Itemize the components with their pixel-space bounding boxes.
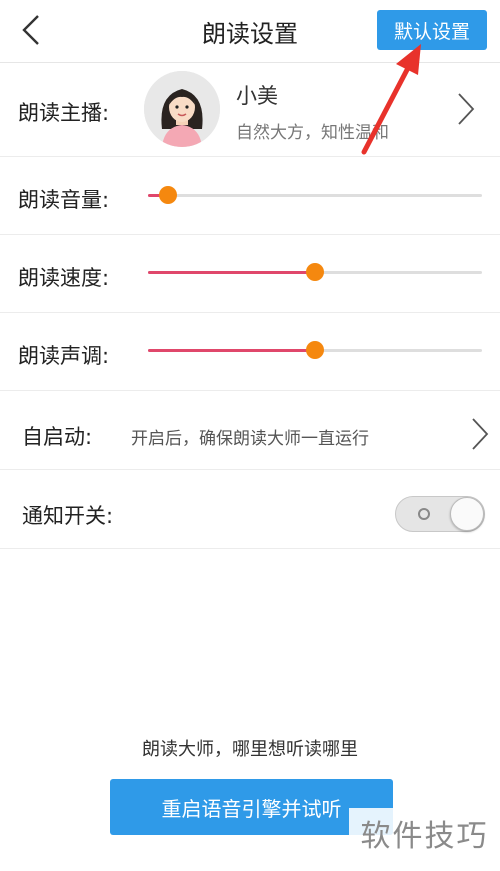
toggle-knob[interactable] [450,497,484,531]
default-settings-button[interactable]: 默认设置 [377,10,487,50]
pitch-slider[interactable] [148,340,482,360]
slider-thumb[interactable] [159,186,178,204]
notification-label: 通知开关: [22,504,114,528]
anchor-avatar [144,71,220,147]
volume-label: 朗读音量: [18,188,110,212]
toggle-off-indicator-icon [418,508,430,520]
slider-track [148,194,482,197]
pitch-label: 朗读声调: [18,344,110,368]
slider-fill [148,349,315,352]
anchor-chevron-right-icon[interactable] [456,92,476,126]
anchor-name: 小美 [236,84,278,108]
speed-slider[interactable] [148,262,482,282]
header-bar: 朗读设置 默认设置 [0,0,500,63]
slider-fill [148,271,315,274]
volume-slider[interactable] [148,185,482,205]
notification-toggle[interactable] [395,496,485,532]
avatar-illustration [144,71,220,147]
anchor-description: 自然大方，知性温和 [236,123,389,143]
autostart-description: 开启后，确保朗读大师一直运行 [131,429,369,449]
slider-thumb[interactable] [306,341,324,359]
slider-thumb[interactable] [306,263,324,281]
anchor-label: 朗读主播: [18,101,110,125]
autostart-label: 自启动: [22,425,93,449]
slogan-text: 朗读大师，哪里想听读哪里 [142,739,358,760]
watermark: 软件技巧 [349,808,500,858]
autostart-chevron-right-icon[interactable] [470,417,490,451]
speed-label: 朗读速度: [18,266,110,290]
